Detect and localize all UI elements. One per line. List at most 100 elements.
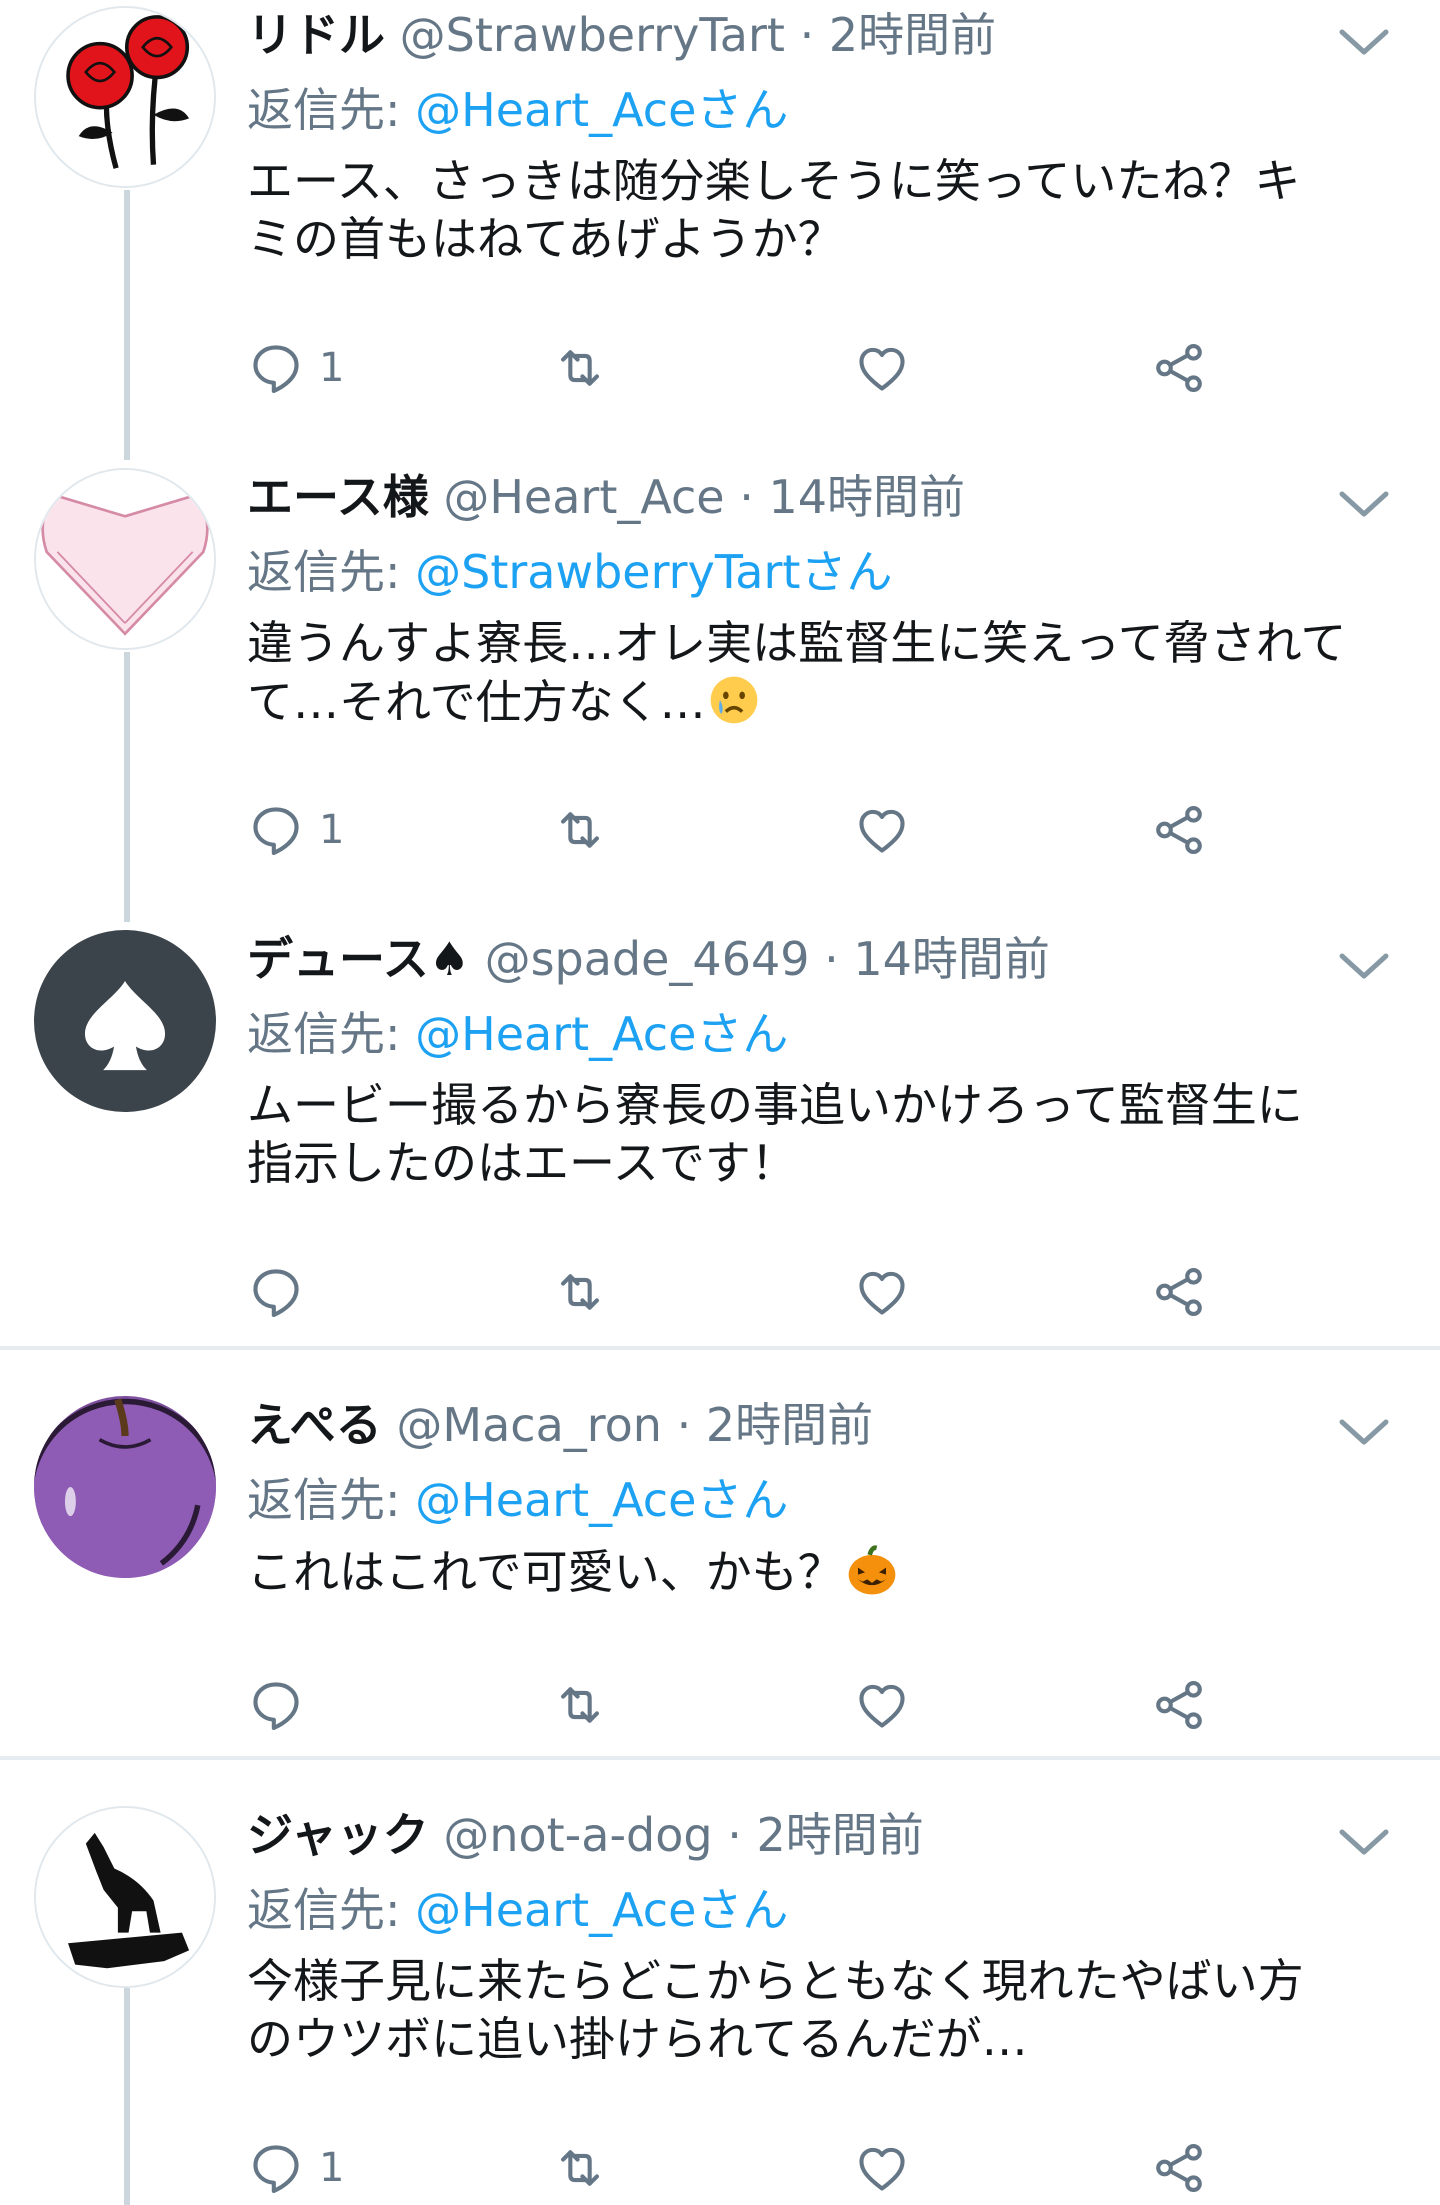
reply-icon xyxy=(253,345,299,394)
separator: · xyxy=(676,1398,692,1452)
timestamp[interactable]: 14時間前 xyxy=(853,932,1050,986)
avatar[interactable] xyxy=(34,930,216,1112)
share-icon xyxy=(1156,2143,1202,2193)
share-icon xyxy=(1156,1267,1202,1317)
tweet-actions xyxy=(0,1257,1440,1327)
reply-target-link[interactable]: @Heart_Aceさん xyxy=(415,1007,788,1061)
retweet-icon xyxy=(561,1274,599,1310)
user-handle[interactable]: @StrawberryTart xyxy=(400,8,785,62)
reply-target-link[interactable]: @Heart_Aceさん xyxy=(415,83,788,137)
tweet-text: 今様子見に来たらどこからともなく現れたやばい方 のウツボに追い掛けられてるんだが… xyxy=(247,1954,1304,2066)
tweet[interactable]: エース様 @Heart_Ace · 14時間前 返信先: @Strawberry… xyxy=(0,462,1440,902)
tweet-header: ジャック @not-a-dog · 2時間前 xyxy=(247,1800,1417,1870)
heart-icon xyxy=(859,2147,905,2191)
share-button[interactable] xyxy=(1150,795,1208,865)
user-handle[interactable]: @spade_4649 xyxy=(485,932,810,986)
tweet-divider xyxy=(0,1756,1440,1760)
display-name[interactable]: リドル xyxy=(247,8,385,62)
reply-label: 返信先: xyxy=(247,1473,401,1527)
reply-context: 返信先: @Heart_Aceさん xyxy=(247,1870,1417,1950)
avatar[interactable] xyxy=(34,1396,216,1578)
reply-icon xyxy=(253,807,299,856)
like-button[interactable] xyxy=(853,1257,911,1327)
separator: · xyxy=(824,932,839,986)
reply-context: 返信先: @Heart_Aceさん xyxy=(247,70,1417,150)
tweet[interactable]: えぺる @Maca_ron · 2時間前 返信先: @Heart_Aceさん こ… xyxy=(0,1390,1440,1750)
howling-wolf-avatar-image xyxy=(36,1808,214,1986)
spade-avatar-image xyxy=(34,930,216,1112)
share-icon xyxy=(1156,343,1202,393)
retweet-button[interactable] xyxy=(551,1257,609,1327)
retweet-button[interactable] xyxy=(551,333,609,403)
chevron-down-icon[interactable] xyxy=(1336,946,1392,986)
share-button[interactable] xyxy=(1150,1670,1208,1740)
reply-button[interactable]: 1 xyxy=(247,333,344,403)
retweet-icon xyxy=(561,812,599,848)
reply-label: 返信先: xyxy=(247,1883,401,1937)
tweet[interactable]: リドル @StrawberryTart · 2時間前 返信先: @Heart_A… xyxy=(0,0,1440,440)
timestamp[interactable]: 2時間前 xyxy=(706,1398,873,1452)
retweet-button[interactable] xyxy=(551,1670,609,1740)
share-icon xyxy=(1156,805,1202,855)
reply-button[interactable]: 1 xyxy=(247,795,344,865)
display-name[interactable]: ジャック xyxy=(247,1808,429,1862)
reply-count: 1 xyxy=(319,2145,345,2191)
user-handle[interactable]: @Maca_ron xyxy=(396,1398,662,1452)
avatar[interactable] xyxy=(34,1806,216,1988)
tweet-text: エース、さっきは随分楽しそうに笑っていたね？キ ミの首もはねてあげようか？ xyxy=(247,154,1301,266)
chevron-down-icon[interactable] xyxy=(1336,1822,1392,1862)
share-button[interactable] xyxy=(1150,1257,1208,1327)
tweet-actions: 1 xyxy=(0,795,1440,865)
tweet[interactable]: ジャック @not-a-dog · 2時間前 返信先: @Heart_Aceさん… xyxy=(0,1800,1440,2205)
timestamp[interactable]: 2時間前 xyxy=(829,8,996,62)
like-button[interactable] xyxy=(853,2133,911,2203)
retweet-icon xyxy=(561,2150,599,2186)
reply-button[interactable]: 1 xyxy=(247,2133,344,2203)
reply-thread: リドル @StrawberryTart · 2時間前 返信先: @Heart_A… xyxy=(0,0,1440,2205)
reply-target-link[interactable]: @StrawberryTartさん xyxy=(415,545,892,599)
reply-context: 返信先: @StrawberryTartさん xyxy=(247,532,1417,612)
reply-label: 返信先: xyxy=(247,83,401,137)
reply-context: 返信先: @Heart_Aceさん xyxy=(247,994,1417,1074)
reply-target-link[interactable]: @Heart_Aceさん xyxy=(415,1883,788,1937)
share-button[interactable] xyxy=(1150,2133,1208,2203)
chevron-down-icon[interactable] xyxy=(1336,484,1392,524)
chevron-down-icon[interactable] xyxy=(1336,1412,1392,1452)
separator: · xyxy=(727,1808,742,1862)
tweet-header: デュース♠ @spade_4649 · 14時間前 xyxy=(247,924,1417,994)
tweet[interactable]: デュース♠ @spade_4649 · 14時間前 返信先: @Heart_Ac… xyxy=(0,924,1440,1344)
spade-suit-icon: ♠ xyxy=(428,932,470,986)
purple-apple-avatar-image xyxy=(34,1396,216,1578)
display-name[interactable]: エース様 xyxy=(247,470,429,524)
retweet-button[interactable] xyxy=(551,2133,609,2203)
timestamp[interactable]: 2時間前 xyxy=(756,1808,923,1862)
separator: · xyxy=(799,8,815,62)
like-button[interactable] xyxy=(853,795,911,865)
user-handle[interactable]: @not-a-dog xyxy=(443,1808,712,1862)
reply-target-link[interactable]: @Heart_Aceさん xyxy=(415,1473,788,1527)
tweet-actions: 1 xyxy=(0,2133,1440,2203)
reply-icon xyxy=(253,1269,299,1318)
reply-icon xyxy=(253,1682,299,1731)
user-handle[interactable]: @Heart_Ace xyxy=(443,470,724,524)
retweet-button[interactable] xyxy=(551,795,609,865)
reply-label: 返信先: xyxy=(247,545,401,599)
crying-face-emoji-icon xyxy=(706,672,762,728)
display-name[interactable]: デュース xyxy=(247,932,429,986)
reply-button[interactable] xyxy=(247,1670,319,1740)
tweet-header: えぺる @Maca_ron · 2時間前 xyxy=(247,1390,1417,1460)
avatar[interactable] xyxy=(34,468,216,650)
tweet-text-wrapper: これはこれで可愛い、かも？ xyxy=(247,1542,1407,1601)
share-button[interactable] xyxy=(1150,333,1208,403)
pink-heart-avatar-image xyxy=(36,470,214,648)
reply-button[interactable] xyxy=(247,1257,319,1327)
tweet-text-wrapper: 違うんすよ寮長…オレ実は監督生に笑えって脅されて て…それで仕方なく… xyxy=(247,614,1407,731)
like-button[interactable] xyxy=(853,1670,911,1740)
timestamp[interactable]: 14時間前 xyxy=(768,470,965,524)
heart-icon xyxy=(859,1684,905,1728)
avatar[interactable] xyxy=(34,6,216,188)
like-button[interactable] xyxy=(853,333,911,403)
tweet-text: 違うんすよ寮長…オレ実は監督生に笑えって脅されて て…それで仕方なく… xyxy=(247,616,1347,729)
display-name[interactable]: えぺる xyxy=(247,1398,382,1452)
chevron-down-icon[interactable] xyxy=(1336,22,1392,62)
